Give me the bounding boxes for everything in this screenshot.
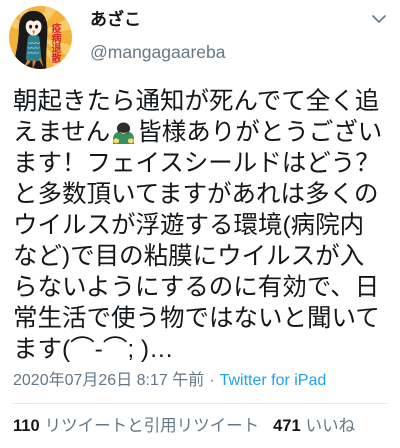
emoji-hair xyxy=(117,122,131,135)
avatar-lettering: 疫病退散 xyxy=(49,23,60,63)
tweet-text-line: と多数頂いてますがあれは多くの xyxy=(13,181,379,208)
tweet-text-line: えません 皆様ありがとうござい xyxy=(13,117,391,148)
likes-count: 471 xyxy=(273,417,301,435)
chevron-down-icon xyxy=(372,15,386,23)
tweet-text-segment: 皆様ありがとうござい xyxy=(137,119,383,146)
author-avatar[interactable]: 疫病退散 xyxy=(9,6,72,69)
tweet-detail: 疫病退散 あざこ @mangagaareba 朝起きたら通知が死んでて全く追 え… xyxy=(0,0,400,448)
tweet-text-line: 朝起きたら通知が死んでて全く追 xyxy=(13,88,380,115)
amabie-avatar-illustration xyxy=(9,6,72,69)
emoji-right-hand xyxy=(128,138,134,144)
emoji-left-hand xyxy=(113,138,120,144)
tweet-text-line: ます！フェイスシールドはどう？ xyxy=(13,150,380,177)
avatar-right-eye xyxy=(35,24,39,29)
engagement-stats: 110 リツイートと引用リツイート 471 いいね xyxy=(13,415,355,437)
stats-divider xyxy=(12,403,388,404)
retweets-label: リツイートと引用リツイート xyxy=(44,417,260,435)
tweet-text-line: ウイルスが浮遊する環境(病院内 xyxy=(13,212,365,239)
tweet-header: 疫病退散 あざこ @mangagaareba xyxy=(0,0,400,80)
tweet-meta: 2020年07月26日 8:17 午前 · Twitter for iPad xyxy=(13,370,326,392)
author-display-name[interactable]: あざこ xyxy=(90,9,141,31)
avatar-left-eye xyxy=(29,24,33,29)
tweet-text: 朝起きたら通知が死んでて全く追 えません 皆様ありがとうござい ます！フェイスシー… xyxy=(13,86,391,365)
meta-separator: · xyxy=(209,372,215,389)
retweets-link[interactable]: 110 リツイートと引用リツイート xyxy=(13,415,259,437)
tweet-source-link[interactable]: Twitter for iPad xyxy=(220,372,327,389)
author-handle[interactable]: @mangagaareba xyxy=(90,40,226,64)
tweet-text-segment: えません xyxy=(13,119,111,146)
tweet-text-line: ます(⌒-⌒; )… xyxy=(13,336,174,363)
tweet-text-line: など)で目の粘膜にウイルスが入 xyxy=(13,243,365,270)
tweet-menu-button[interactable] xyxy=(371,11,387,27)
tweet-text-line: 常生活で使う物ではないと聞いて xyxy=(13,305,380,332)
tweet-timestamp: 2020年07月26日 8:17 午前 xyxy=(13,372,205,389)
person-bowing-emoji-graphic xyxy=(113,122,135,144)
likes-link[interactable]: 471 いいね xyxy=(273,415,355,437)
likes-label: いいね xyxy=(305,417,356,435)
person-bowing-emoji-icon xyxy=(111,119,136,144)
tweet-text-line: らないようにするのに有効で、日 xyxy=(13,274,380,301)
retweets-count: 110 xyxy=(13,417,40,435)
